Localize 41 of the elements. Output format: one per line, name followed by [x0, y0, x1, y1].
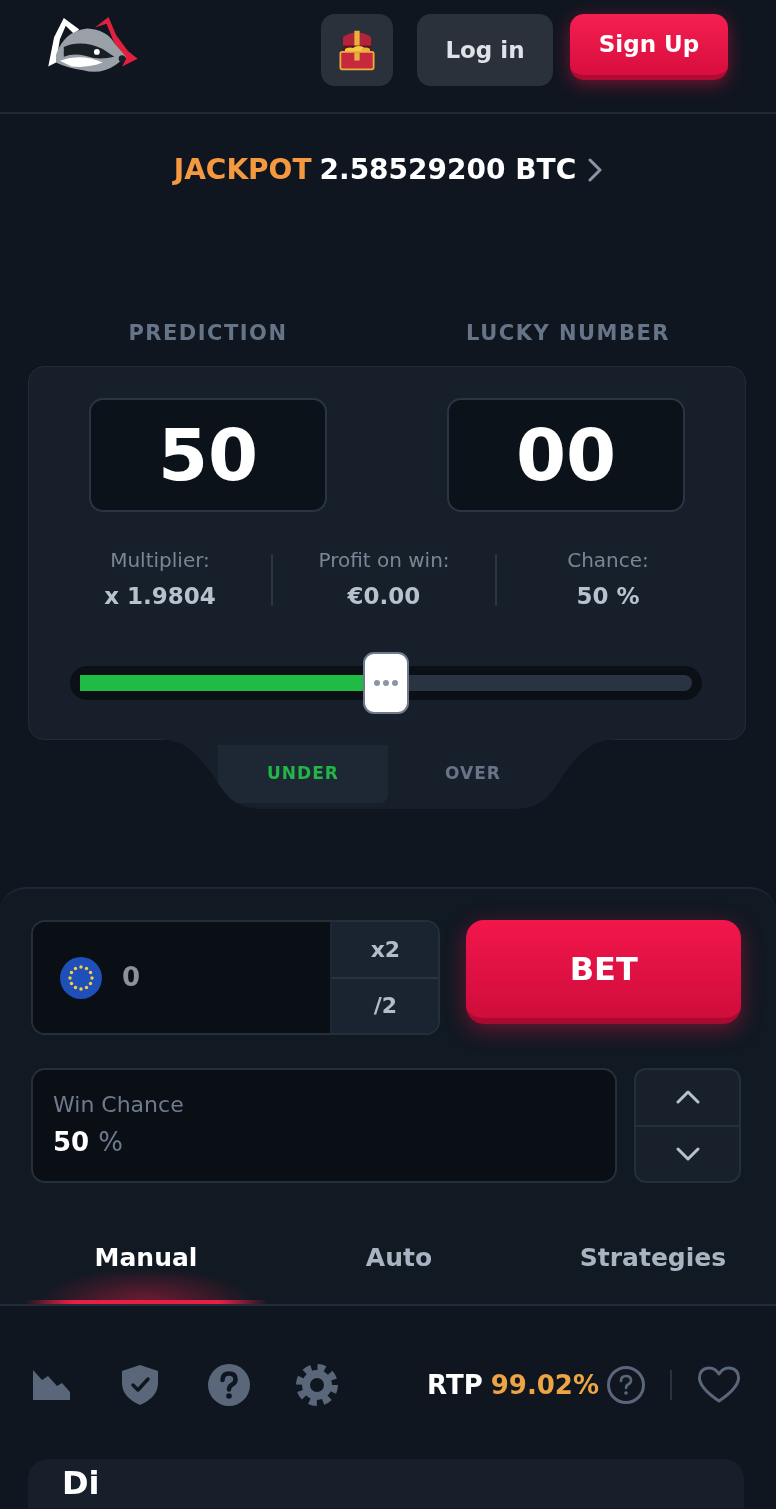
- direction-tab[interactable]: UNDER: [218, 745, 388, 803]
- help-icon[interactable]: [607, 1366, 645, 1404]
- display-heading: LUCKY NUMBER: [466, 321, 670, 345]
- slider-track[interactable]: [70, 652, 702, 714]
- number-display: 50: [89, 398, 327, 512]
- settings-icon[interactable]: [296, 1364, 338, 1406]
- stat-value: x 1.9804: [103, 582, 217, 611]
- jackpot-amount: 2.58529200 BTC: [319, 152, 577, 188]
- help-icon[interactable]: [208, 1364, 250, 1406]
- stat-label: Profit on win:: [317, 547, 451, 574]
- mode-tab[interactable]: Strategies: [530, 1213, 776, 1304]
- stat-label: Chance:: [566, 547, 650, 574]
- number-display: 00: [447, 398, 685, 512]
- double-bet-button[interactable]: x2: [332, 922, 439, 977]
- display-heading: PREDICTION: [128, 321, 288, 345]
- stat-label: Multiplier:: [109, 547, 211, 574]
- shield-check-icon[interactable]: [122, 1365, 158, 1405]
- eu-flag-icon: [60, 956, 102, 999]
- halve-bet-button[interactable]: /2: [332, 976, 439, 1033]
- rtp-value: 99.02%: [490, 1368, 599, 1402]
- area-chart-icon[interactable]: [33, 1370, 70, 1400]
- stat-value: 50 %: [575, 582, 641, 611]
- treasure-chest-button[interactable]: [321, 14, 393, 86]
- rtp-label: RTP: [427, 1368, 483, 1402]
- heart-icon[interactable]: [697, 1366, 741, 1404]
- signup-button[interactable]: Sign Up: [570, 14, 728, 80]
- chevron-right-icon[interactable]: [588, 158, 603, 182]
- win-chance-field[interactable]: Win Chance 50 %: [31, 1068, 617, 1183]
- bet-button[interactable]: BET: [466, 920, 741, 1024]
- treasure-chest-icon: [336, 28, 378, 72]
- stat-value: €0.00: [346, 582, 422, 611]
- chevron-down-icon: [675, 1146, 700, 1161]
- direction-tab[interactable]: OVER: [388, 745, 558, 803]
- grip-dots-icon: [374, 680, 398, 686]
- slider-handle[interactable]: [363, 652, 409, 714]
- login-button[interactable]: Log in: [417, 14, 553, 86]
- mode-tab[interactable]: Auto: [268, 1213, 530, 1304]
- card-title: Di: [62, 1464, 100, 1502]
- chevron-up-icon: [675, 1090, 700, 1105]
- jackpot-label: JACKPOT: [173, 152, 312, 188]
- bet-amount-field[interactable]: 0: [33, 922, 331, 1033]
